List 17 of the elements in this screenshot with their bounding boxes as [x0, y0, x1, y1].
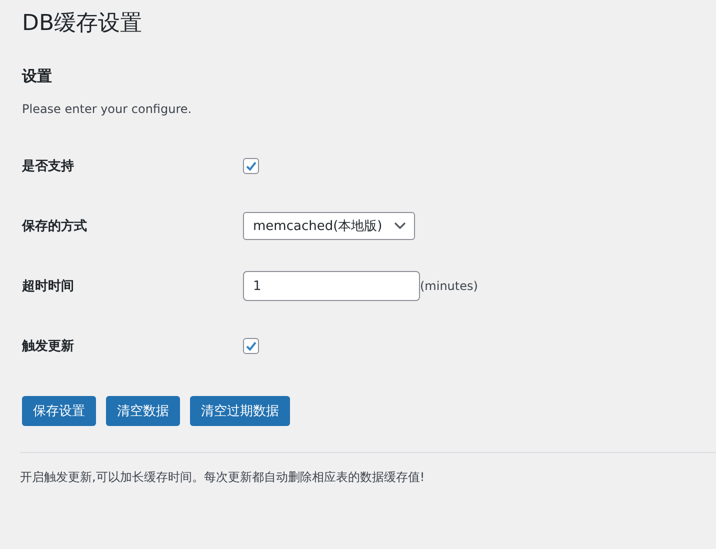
checkbox[interactable] [243, 338, 259, 354]
input-field[interactable]: 1 [243, 271, 420, 301]
action-button[interactable]: 保存设置 [22, 396, 96, 426]
field-label: 是否支持 [22, 158, 75, 175]
section-heading: 设置 [22, 66, 53, 86]
section-description: Please enter your configure. [22, 102, 193, 116]
select-dropdown[interactable]: memcached(本地版) [243, 212, 415, 240]
field-label: 触发更新 [22, 338, 75, 355]
action-button[interactable]: 清空过期数据 [190, 396, 290, 426]
field-label: 保存的方式 [22, 218, 88, 235]
caret-icon [394, 222, 406, 230]
page-title: DB缓存设置 [22, 10, 144, 38]
action-button[interactable]: 清空数据 [106, 396, 180, 426]
unit-label: (minutes) [420, 279, 478, 293]
note-text: 开启触发更新,可以加长缓存时间。每次更新都自动删除相应表的数据缓存值! [20, 469, 426, 486]
checkbox[interactable] [243, 158, 259, 174]
field-label: 超时时间 [22, 278, 75, 295]
